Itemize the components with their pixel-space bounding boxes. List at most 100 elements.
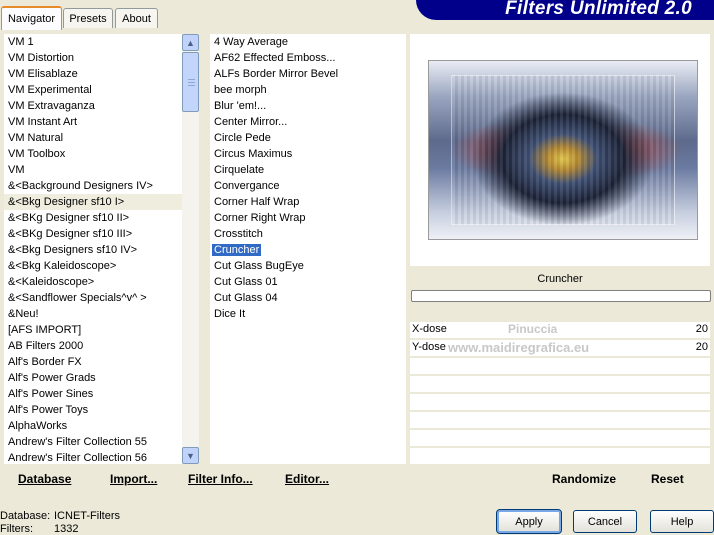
filter-item-label: Corner Half Wrap bbox=[214, 196, 300, 208]
status-database-value: ICNET-Filters bbox=[54, 510, 120, 522]
filter-item[interactable]: Cut Glass BugEye bbox=[210, 258, 406, 274]
scroll-down-button[interactable]: ▼ bbox=[182, 447, 199, 464]
filter-item[interactable]: Convergance bbox=[210, 178, 406, 194]
tab-presets-label: Presets bbox=[69, 12, 107, 25]
category-item[interactable]: &<BKg Designer sf10 II> bbox=[4, 210, 182, 226]
category-item[interactable]: [AFS IMPORT] bbox=[4, 322, 182, 338]
param-value-y-dose[interactable]: 20 bbox=[696, 341, 708, 353]
filter-item[interactable]: Cut Glass 04 bbox=[210, 290, 406, 306]
filter-item-label: bee morph bbox=[214, 84, 267, 96]
tab-navigator[interactable]: Navigator bbox=[1, 6, 62, 30]
database-link[interactable]: Database bbox=[18, 472, 71, 486]
param-row-empty bbox=[410, 412, 710, 429]
category-item[interactable]: AB Filters 2000 bbox=[4, 338, 182, 354]
param-row-empty bbox=[410, 376, 710, 393]
category-item[interactable]: AlphaWorks bbox=[4, 418, 182, 434]
filter-item[interactable]: Cruncher bbox=[210, 242, 406, 258]
param-label-y-dose: Y-dose bbox=[412, 341, 446, 353]
category-item[interactable]: Andrew's Filter Collection 56 bbox=[4, 450, 182, 464]
category-item[interactable]: Alf's Power Toys bbox=[4, 402, 182, 418]
filter-info-link[interactable]: Filter Info... bbox=[188, 472, 253, 486]
import-link[interactable]: Import... bbox=[110, 472, 157, 486]
filter-item[interactable]: AF62 Effected Emboss... bbox=[210, 50, 406, 66]
filter-item[interactable]: Dice It bbox=[210, 306, 406, 322]
filter-item-label: Cut Glass 01 bbox=[214, 276, 278, 288]
category-item[interactable]: Alf's Power Grads bbox=[4, 370, 182, 386]
cancel-button-label: Cancel bbox=[587, 515, 623, 528]
chevron-down-icon: ▼ bbox=[186, 450, 195, 461]
filter-name-label: Cruncher bbox=[410, 268, 710, 290]
status-filters-value: 1332 bbox=[54, 523, 79, 535]
filter-item[interactable]: Cut Glass 01 bbox=[210, 274, 406, 290]
category-item[interactable]: Andrew's Filter Collection 55 bbox=[4, 434, 182, 450]
app-title: Filters Unlimited 2.0 bbox=[505, 0, 692, 19]
category-scrollbar[interactable]: ▲ ▼ bbox=[182, 34, 199, 464]
param-row-x-dose[interactable]: X-dose Pinuccia 20 bbox=[410, 322, 710, 339]
category-item[interactable]: Alf's Power Sines bbox=[4, 386, 182, 402]
filter-item-label: Circus Maximus bbox=[214, 148, 293, 160]
category-item[interactable]: &<BKg Designer sf10 III> bbox=[4, 226, 182, 242]
title-banner: Filters Unlimited 2.0 bbox=[416, 0, 714, 20]
category-list[interactable]: VM 1 VM Distortion VM Elisablaze VM Experim… bbox=[4, 34, 182, 464]
progress-bar bbox=[411, 290, 711, 302]
help-button[interactable]: Help bbox=[650, 510, 714, 533]
param-row-empty bbox=[410, 448, 710, 465]
category-item[interactable]: VM Distortion bbox=[4, 50, 182, 66]
status-database-label: Database: bbox=[0, 510, 51, 522]
filter-item[interactable]: Center Mirror... bbox=[210, 114, 406, 130]
preview-image bbox=[428, 60, 698, 240]
filter-item[interactable]: Crosstitch bbox=[210, 226, 406, 242]
scroll-up-button[interactable]: ▲ bbox=[182, 34, 199, 51]
watermark-line1: Pinuccia bbox=[508, 322, 558, 336]
param-row-empty bbox=[410, 358, 710, 375]
filter-item[interactable]: Blur 'em!... bbox=[210, 98, 406, 114]
param-label-x-dose: X-dose bbox=[412, 323, 447, 335]
category-item[interactable]: Alf's Border FX bbox=[4, 354, 182, 370]
chevron-up-icon: ▲ bbox=[186, 37, 195, 48]
tab-about-label: About bbox=[122, 12, 151, 25]
tab-navigator-label: Navigator bbox=[7, 13, 56, 25]
scroll-thumb[interactable] bbox=[182, 52, 199, 112]
category-item[interactable]: &<Background Designers IV> bbox=[4, 178, 182, 194]
randomize-button[interactable]: Randomize bbox=[552, 472, 616, 486]
filter-item-label: AF62 Effected Emboss... bbox=[214, 52, 336, 64]
filter-item-label: ALFs Border Mirror Bevel bbox=[214, 68, 339, 80]
category-item[interactable]: &<Bkg Kaleidoscope> bbox=[4, 258, 182, 274]
filter-list[interactable]: 4 Way Average AF62 Effected Emboss... ALFs… bbox=[210, 34, 406, 464]
category-item[interactable]: VM Toolbox bbox=[4, 146, 182, 162]
category-item[interactable]: &<Kaleidoscope> bbox=[4, 274, 182, 290]
category-item[interactable]: VM Natural bbox=[4, 130, 182, 146]
apply-button[interactable]: Apply bbox=[496, 509, 562, 534]
filter-item[interactable]: 4 Way Average bbox=[210, 34, 406, 50]
category-item[interactable]: &<Sandflower Specials^v^ > bbox=[4, 290, 182, 306]
filter-item[interactable]: bee morph bbox=[210, 82, 406, 98]
category-item[interactable]: VM Elisablaze bbox=[4, 66, 182, 82]
reset-button[interactable]: Reset bbox=[651, 472, 684, 486]
filter-item-label: Circle Pede bbox=[214, 132, 271, 144]
param-row-y-dose[interactable]: Y-dose www.maidiregrafica.eu 20 bbox=[410, 340, 710, 357]
category-item[interactable]: VM 1 bbox=[4, 34, 182, 50]
filter-item[interactable]: Corner Right Wrap bbox=[210, 210, 406, 226]
filter-item-label: Cut Glass BugEye bbox=[214, 260, 304, 272]
tab-about[interactable]: About bbox=[115, 8, 158, 28]
filter-item[interactable]: Cirquelate bbox=[210, 162, 406, 178]
category-item[interactable]: &<Bkg Designers sf10 IV> bbox=[4, 242, 182, 258]
category-item[interactable]: &<Bkg Designer sf10 I> bbox=[4, 194, 182, 210]
filter-item[interactable]: Circus Maximus bbox=[210, 146, 406, 162]
tab-presets[interactable]: Presets bbox=[63, 8, 113, 28]
filter-item[interactable]: Corner Half Wrap bbox=[210, 194, 406, 210]
cancel-button[interactable]: Cancel bbox=[573, 510, 637, 533]
filter-item-label: Dice It bbox=[214, 308, 246, 320]
filter-item[interactable]: Circle Pede bbox=[210, 130, 406, 146]
category-item[interactable]: VM Instant Art bbox=[4, 114, 182, 130]
editor-link[interactable]: Editor... bbox=[285, 472, 329, 486]
filter-item-label: Corner Right Wrap bbox=[214, 212, 306, 224]
category-item[interactable]: VM Extravaganza bbox=[4, 98, 182, 114]
filter-item[interactable]: ALFs Border Mirror Bevel bbox=[210, 66, 406, 82]
category-item[interactable]: &Neu! bbox=[4, 306, 182, 322]
watermark-line2: www.maidiregrafica.eu bbox=[448, 340, 590, 355]
filter-item-label: Cruncher bbox=[212, 244, 262, 256]
category-item[interactable]: VM Experimental bbox=[4, 82, 182, 98]
category-item[interactable]: VM bbox=[4, 162, 182, 178]
param-value-x-dose[interactable]: 20 bbox=[696, 323, 708, 335]
